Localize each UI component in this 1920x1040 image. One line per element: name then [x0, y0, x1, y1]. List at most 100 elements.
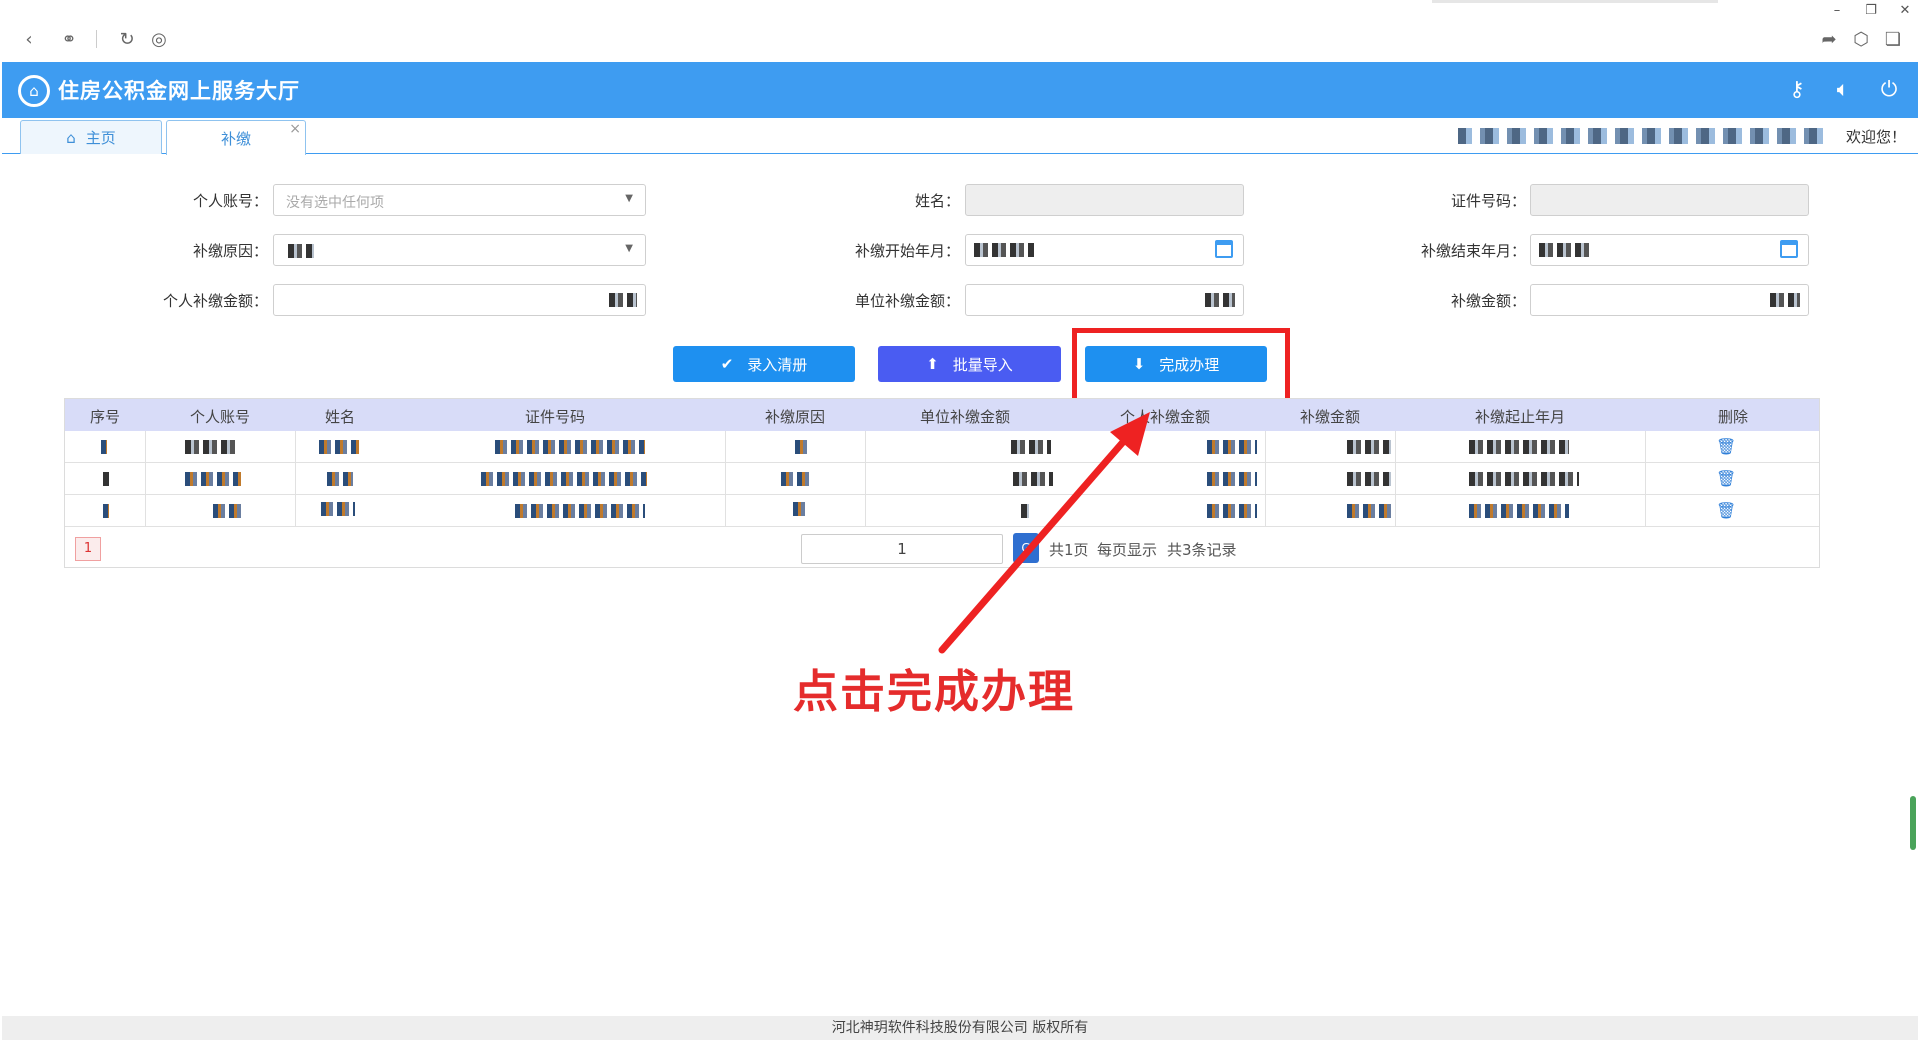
- name-label: 姓名：: [914, 192, 960, 210]
- cell-redacted: [495, 440, 645, 454]
- trash-icon[interactable]: 🗑︎: [1716, 437, 1736, 456]
- footer: 河北神玥软件科技股份有限公司 版权所有: [2, 1016, 1918, 1040]
- address-bar[interactable]: [1432, 0, 1718, 3]
- end-month-label: 补缴结束年月：: [1420, 242, 1526, 260]
- browser-toolbar: ‹ ⚭ ↻ ◎ – ❐ ✕ ➦ ⬡ ❏: [0, 0, 1920, 62]
- link-icon[interactable]: ⚭: [54, 24, 84, 54]
- total-amount-field[interactable]: [1530, 284, 1809, 316]
- personal-amount-value-redacted: [609, 293, 637, 307]
- col-index: 序号: [89, 408, 120, 426]
- col-name: 姓名: [324, 408, 355, 426]
- reload-icon[interactable]: ↻: [112, 24, 142, 54]
- col-delete: 删除: [1717, 408, 1748, 426]
- end-month-value-redacted: [1539, 243, 1589, 257]
- stamp-icon: ⬆: [926, 356, 939, 373]
- cell-redacted: [1207, 472, 1257, 486]
- share-icon[interactable]: ➦: [1814, 24, 1844, 54]
- annotation-text: 点击完成办理: [793, 665, 1076, 718]
- id-number-field[interactable]: [1530, 184, 1809, 216]
- col-reason: 补缴原因: [764, 408, 825, 426]
- annotation-arrow: [938, 412, 1150, 654]
- unit-amount-value-redacted: [1205, 293, 1235, 307]
- tab-bujiao-label: 补缴: [220, 129, 251, 148]
- close-icon[interactable]: ✕: [1890, 0, 1920, 22]
- personal-account-label: 个人账号：: [192, 192, 268, 210]
- enter-list-button[interactable]: ✔ 录入清册: [673, 346, 855, 382]
- back-icon[interactable]: ‹: [14, 24, 44, 54]
- cell-redacted: [781, 472, 811, 486]
- tab-home[interactable]: ⌂ 主页: [20, 120, 162, 154]
- cell-redacted: [1469, 440, 1569, 454]
- cell-redacted: [103, 504, 109, 518]
- unit-amount-label: 单位补缴金额：: [854, 292, 960, 310]
- cell-redacted: [213, 504, 243, 518]
- total-amount-value-redacted: [1770, 293, 1800, 307]
- total-records: 共3条记录: [1167, 541, 1237, 559]
- col-total-amount: 补缴金额: [1299, 408, 1360, 426]
- logo-icon: ⌂: [18, 75, 50, 107]
- chevron-down-icon: ▼: [625, 243, 633, 254]
- restore-icon[interactable]: ❐: [1856, 0, 1886, 22]
- chevron-down-icon: ▼: [625, 193, 633, 204]
- start-month-value-redacted: [974, 243, 1034, 257]
- end-month-field[interactable]: [1530, 234, 1809, 266]
- tab-bar: ⌂ 主页 补缴 × 欢迎您！: [2, 118, 1918, 155]
- tab-close-icon[interactable]: ×: [289, 121, 301, 137]
- cell-redacted: [515, 504, 645, 518]
- id-number-label: 证件号码：: [1450, 192, 1526, 210]
- tab-bujiao[interactable]: 补缴 ×: [166, 120, 306, 155]
- calendar-icon[interactable]: [1780, 240, 1798, 258]
- cell-redacted: [103, 472, 109, 486]
- personal-amount-label: 个人补缴金额：: [162, 292, 268, 310]
- speaker-icon[interactable]: 🔈︎: [1828, 74, 1858, 104]
- cell-redacted: [319, 440, 359, 454]
- cube-icon[interactable]: ⬡: [1846, 24, 1876, 54]
- annotation-highlight-box: [1072, 328, 1290, 404]
- name-field[interactable]: [965, 184, 1244, 216]
- enter-list-label: 录入清册: [747, 356, 808, 374]
- start-month-label: 补缴开始年月：: [854, 242, 960, 260]
- cell-redacted: [1347, 472, 1391, 486]
- cell-redacted: [1347, 504, 1391, 518]
- col-account: 个人账号: [189, 408, 250, 426]
- cell-redacted: [101, 440, 107, 454]
- unit-amount-field[interactable]: [965, 284, 1244, 316]
- cell-redacted: [1207, 504, 1257, 518]
- page-number-button[interactable]: 1: [75, 537, 101, 561]
- personal-amount-field[interactable]: [273, 284, 646, 316]
- power-icon[interactable]: ⏻: [1874, 74, 1904, 104]
- trash-icon[interactable]: 🗑︎: [1716, 469, 1736, 488]
- minimize-icon[interactable]: –: [1822, 0, 1852, 22]
- cell-redacted: [481, 472, 647, 486]
- globe-icon[interactable]: ◎: [144, 24, 174, 54]
- batch-import-button[interactable]: ⬆ 批量导入: [878, 346, 1061, 382]
- cell-redacted: [1207, 440, 1257, 454]
- reason-select[interactable]: ▼: [273, 234, 646, 266]
- home-icon: ⌂: [66, 128, 76, 147]
- reason-label: 补缴原因：: [192, 242, 268, 260]
- toolbar-divider: [96, 30, 97, 48]
- total-amount-label: 补缴金额：: [1450, 292, 1526, 310]
- trash-icon[interactable]: 🗑︎: [1716, 501, 1736, 520]
- personal-account-select[interactable]: 没有选中任何项 ▼: [273, 184, 646, 216]
- scrollbar-thumb[interactable]: [1910, 796, 1916, 850]
- cell-redacted: [795, 440, 809, 454]
- app-header: ⌂ 住房公积金网上服务大厅 ⚷ 🔈︎ ⏻: [2, 62, 1918, 118]
- window-icon[interactable]: ❏: [1878, 24, 1908, 54]
- cell-redacted: [1469, 472, 1579, 486]
- reason-value-redacted: [288, 244, 314, 258]
- cell-redacted: [185, 440, 235, 454]
- cell-redacted: [1347, 440, 1391, 454]
- app-title: 住房公积金网上服务大厅: [58, 79, 300, 103]
- cell-redacted: [321, 502, 355, 516]
- batch-import-label: 批量导入: [952, 356, 1013, 374]
- start-month-field[interactable]: [965, 234, 1244, 266]
- col-period: 补缴起止年月: [1474, 408, 1565, 426]
- welcome-text: 欢迎您！: [1845, 128, 1906, 146]
- tab-home-label: 主页: [85, 129, 116, 147]
- calendar-icon[interactable]: [1215, 240, 1233, 258]
- cell-redacted: [793, 502, 807, 516]
- cell-redacted: [327, 472, 353, 486]
- personal-account-placeholder: 没有选中任何项: [286, 195, 384, 211]
- key-icon[interactable]: ⚷: [1782, 74, 1812, 104]
